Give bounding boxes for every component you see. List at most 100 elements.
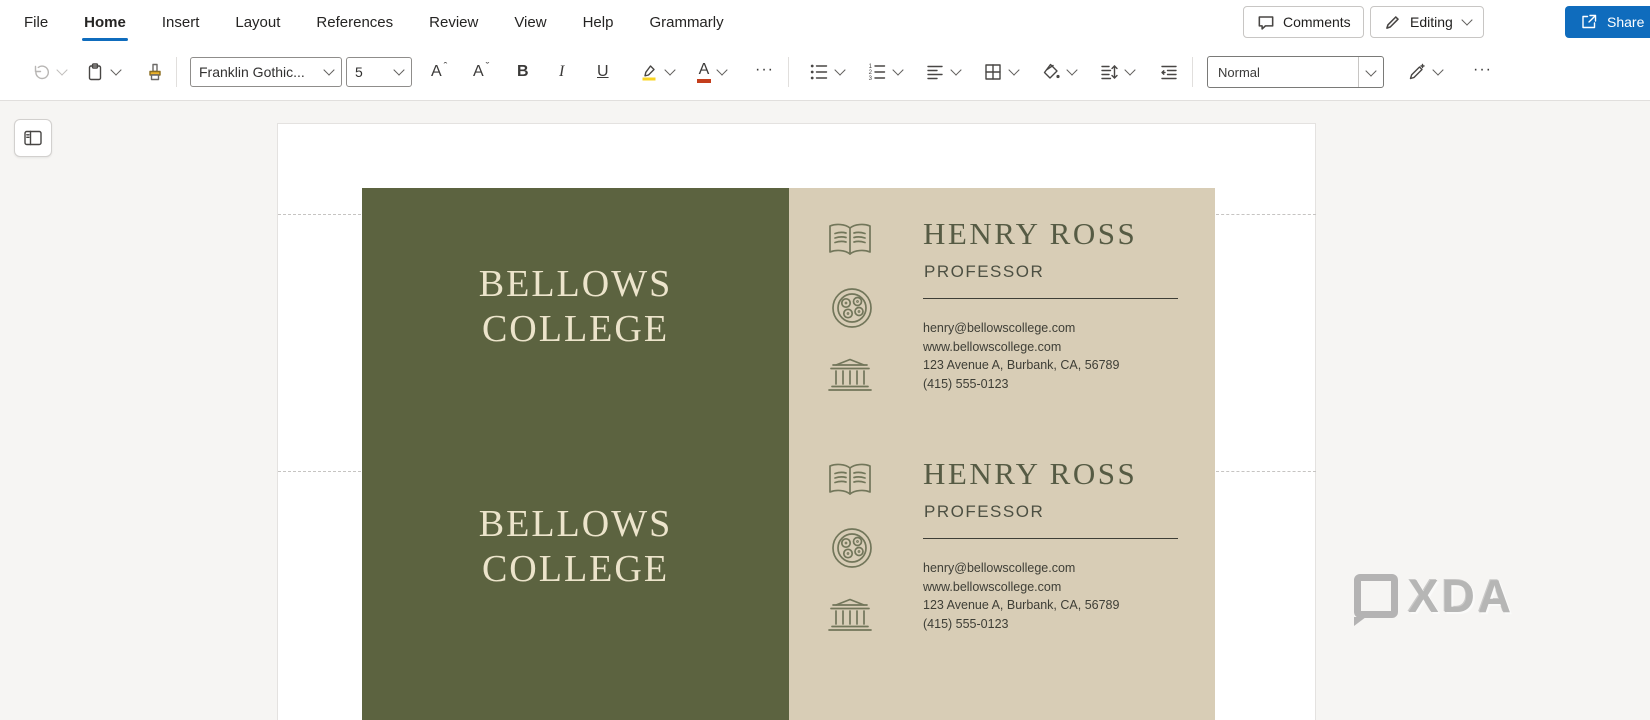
margin-guide bbox=[1216, 214, 1316, 215]
borders-icon bbox=[985, 64, 1001, 80]
comments-button[interactable]: Comments bbox=[1243, 6, 1364, 38]
italic-icon: I bbox=[559, 63, 565, 80]
school-name[interactable]: BELLOWS COLLEGE bbox=[362, 502, 789, 592]
margin-guide bbox=[278, 214, 361, 215]
indent-icon bbox=[1161, 65, 1177, 80]
menu-view[interactable]: View bbox=[514, 14, 546, 31]
highlight-color-button[interactable] bbox=[636, 56, 677, 88]
numbering-button[interactable]: 123 bbox=[864, 56, 905, 88]
underline-button[interactable]: U bbox=[594, 56, 612, 88]
navigation-pane-toggle[interactable] bbox=[14, 119, 52, 157]
ribbon-divider bbox=[176, 57, 177, 87]
ribbon-overflow-button[interactable]: ··· bbox=[1470, 56, 1495, 88]
font-name-value: Franklin Gothic... bbox=[199, 64, 305, 80]
side-pane-icon bbox=[24, 130, 42, 146]
menu-grammarly[interactable]: Grammarly bbox=[649, 14, 723, 31]
sort-icon bbox=[1101, 65, 1118, 80]
chevron-down-icon bbox=[1461, 14, 1473, 26]
contact-phone: (415) 555-0123 bbox=[923, 376, 1009, 391]
share-button[interactable]: Share bbox=[1565, 6, 1650, 38]
bold-icon: B bbox=[517, 63, 529, 80]
contact-block[interactable]: henry@bellowscollege.com www.bellowscoll… bbox=[923, 559, 1119, 633]
menu-layout[interactable]: Layout bbox=[235, 14, 280, 31]
person-name[interactable]: HENRY ROSS bbox=[923, 456, 1137, 492]
menu-home[interactable]: Home bbox=[82, 14, 128, 41]
bullets-button[interactable] bbox=[806, 56, 847, 88]
menu-help[interactable]: Help bbox=[583, 14, 614, 31]
menu-file[interactable]: File bbox=[24, 14, 48, 31]
school-line2: COLLEGE bbox=[481, 548, 670, 590]
align-button[interactable] bbox=[922, 56, 963, 88]
chevron-down-icon bbox=[323, 64, 335, 76]
cookie-plate-icon[interactable] bbox=[830, 526, 874, 570]
contact-website: www.bellowscollege.com bbox=[923, 339, 1062, 354]
editor-button[interactable] bbox=[1404, 56, 1445, 88]
undo-button[interactable] bbox=[28, 56, 69, 88]
person-name[interactable]: HENRY ROSS bbox=[923, 216, 1137, 252]
chevron-down-icon bbox=[950, 64, 962, 76]
chevron-down-icon bbox=[716, 64, 728, 76]
contact-email: henry@bellowscollege.com bbox=[923, 321, 1076, 335]
ribbon-divider bbox=[788, 57, 789, 87]
business-card[interactable]: BELLOWS COLLEGE HENRY ROSS PROFESSOR hen… bbox=[362, 188, 1215, 428]
school-line1: BELLOWS bbox=[478, 503, 673, 545]
styles-combobox[interactable]: Normal bbox=[1207, 56, 1384, 88]
margin-guide bbox=[1216, 471, 1316, 472]
ellipsis-icon: ··· bbox=[755, 61, 774, 78]
xda-logo-icon bbox=[1354, 574, 1398, 618]
columns-building-icon[interactable] bbox=[826, 597, 874, 633]
borders-button[interactable] bbox=[980, 56, 1021, 88]
chevron-down-icon bbox=[1365, 65, 1377, 77]
school-name[interactable]: BELLOWS COLLEGE bbox=[362, 262, 789, 352]
cookie-plate-icon[interactable] bbox=[830, 286, 874, 330]
clipboard-icon bbox=[88, 63, 102, 81]
business-card[interactable]: BELLOWS COLLEGE HENRY ROSS PROFESSOR hen… bbox=[362, 428, 1215, 668]
shrink-font-button[interactable]: A ˇ bbox=[470, 56, 492, 88]
book-icon[interactable] bbox=[826, 461, 874, 499]
editing-mode-button[interactable]: Editing bbox=[1370, 6, 1484, 38]
business-card-template[interactable]: BELLOWS COLLEGE HENRY ROSS PROFESSOR hen… bbox=[362, 188, 1215, 720]
document-page[interactable]: BELLOWS COLLEGE HENRY ROSS PROFESSOR hen… bbox=[277, 123, 1316, 720]
paint-bucket-icon bbox=[1043, 63, 1060, 79]
ribbon-divider bbox=[1192, 57, 1193, 87]
editing-label: Editing bbox=[1410, 14, 1453, 30]
font-name-combobox[interactable]: Franklin Gothic... bbox=[190, 57, 342, 87]
chevron-down-icon bbox=[56, 64, 68, 76]
chevron-down-icon bbox=[393, 64, 405, 76]
sort-button[interactable] bbox=[1096, 56, 1137, 88]
contact-block[interactable]: henry@bellowscollege.com www.bellowscoll… bbox=[923, 319, 1119, 393]
numbered-list-icon: 123 bbox=[869, 64, 886, 82]
person-title[interactable]: PROFESSOR bbox=[924, 262, 1044, 282]
person-title[interactable]: PROFESSOR bbox=[924, 502, 1044, 522]
card-divider-line bbox=[923, 298, 1178, 299]
book-icon[interactable] bbox=[826, 221, 874, 259]
font-size-combobox[interactable]: 5 bbox=[346, 57, 412, 87]
editor-pen-icon bbox=[1409, 63, 1425, 80]
menu-review[interactable]: Review bbox=[429, 14, 478, 31]
highlighter-icon bbox=[642, 65, 656, 81]
menu-insert[interactable]: Insert bbox=[162, 14, 200, 31]
styles-dropdown-button[interactable] bbox=[1358, 57, 1383, 87]
card-divider-line bbox=[923, 538, 1178, 539]
grow-font-button[interactable]: A ˆ bbox=[428, 56, 450, 88]
comments-label: Comments bbox=[1283, 14, 1351, 30]
xda-watermark: XDA bbox=[1354, 569, 1514, 623]
columns-building-icon[interactable] bbox=[826, 357, 874, 393]
share-label: Share bbox=[1607, 14, 1645, 30]
contact-address: 123 Avenue A, Burbank, CA, 56789 bbox=[923, 598, 1120, 612]
format-painter-button[interactable] bbox=[142, 56, 168, 88]
comment-icon bbox=[1258, 16, 1274, 30]
indent-mirror-button[interactable] bbox=[1156, 56, 1182, 88]
shading-button[interactable] bbox=[1038, 56, 1079, 88]
font-color-icon: A bbox=[697, 61, 711, 83]
chevron-down-icon bbox=[664, 64, 676, 76]
bold-button[interactable]: B bbox=[514, 56, 532, 88]
italic-button[interactable]: I bbox=[556, 56, 567, 88]
contact-phone: (415) 555-0123 bbox=[923, 616, 1009, 631]
paste-button[interactable] bbox=[82, 56, 123, 88]
contact-website: www.bellowscollege.com bbox=[923, 579, 1062, 594]
menu-references[interactable]: References bbox=[316, 14, 393, 31]
font-color-button[interactable]: A bbox=[694, 56, 729, 88]
more-font-options-button[interactable]: ··· bbox=[752, 56, 777, 88]
bullet-list-icon bbox=[810, 64, 828, 80]
